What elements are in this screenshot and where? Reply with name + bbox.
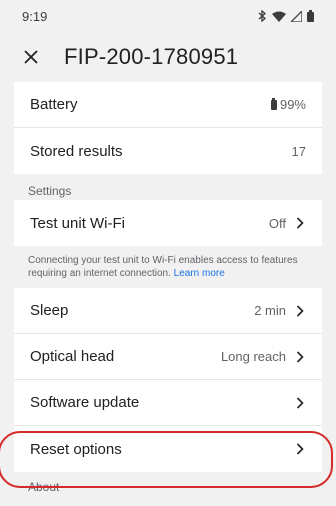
sleep-row[interactable]: Sleep 2 min	[14, 288, 322, 334]
chevron-right-icon	[294, 217, 306, 229]
sleep-value-group: 2 min	[254, 303, 306, 318]
optical-head-value: Long reach	[220, 349, 286, 364]
bluetooth-icon	[257, 10, 267, 22]
chevron-right-icon	[294, 350, 306, 363]
chevron-right-icon	[294, 304, 306, 317]
software-update-row[interactable]: Software update	[14, 380, 322, 426]
settings-card: Sleep 2 min Optical head Long reach Soft…	[14, 288, 322, 472]
learn-more-link[interactable]: Learn more	[174, 268, 225, 279]
chevron-right-icon	[294, 396, 306, 409]
reset-options-row[interactable]: Reset options	[14, 426, 322, 472]
software-update-value-group	[294, 396, 306, 409]
status-time: 9:19	[22, 8, 48, 24]
wifi-card: Test unit Wi-Fi Off	[14, 200, 322, 246]
sleep-value: 2 min	[254, 303, 286, 318]
reset-options-label: Reset options	[30, 440, 122, 458]
title-bar: FIP-200-1780951	[0, 32, 336, 82]
optical-head-row[interactable]: Optical head Long reach	[14, 334, 322, 380]
about-header: About	[28, 480, 60, 494]
settings-header: Settings	[28, 184, 72, 198]
chevron-right-icon	[294, 443, 306, 455]
battery-value: 99%	[279, 97, 306, 112]
test-unit-wifi-row[interactable]: Test unit Wi-Fi Off	[14, 200, 322, 246]
stored-results-label: Stored results	[30, 142, 123, 160]
sleep-label: Sleep	[30, 302, 69, 319]
wifi-icon	[272, 11, 286, 22]
wifi-label: Test unit Wi-Fi	[30, 214, 126, 232]
device-info-card: Battery 99% Stored results 17	[14, 82, 322, 174]
wifi-value-group: Off	[269, 216, 306, 231]
stored-results-row: Stored results 17	[14, 128, 322, 174]
close-icon[interactable]	[22, 48, 40, 66]
battery-value-group: 99%	[270, 97, 306, 112]
wifi-value: Off	[268, 215, 286, 231]
stored-results-value: 17	[291, 143, 306, 159]
optical-head-label: Optical head	[30, 348, 115, 365]
status-icons	[257, 10, 314, 22]
signal-icon	[291, 10, 302, 22]
battery-icon	[307, 10, 314, 22]
optical-head-value-group: Long reach	[221, 349, 306, 364]
wifi-info-text: Connecting your test unit to Wi-Fi enabl…	[0, 246, 336, 288]
reset-options-value-group	[294, 443, 306, 455]
wifi-info-body: Connecting your test unit to Wi-Fi enabl…	[28, 255, 298, 279]
battery-label: Battery	[30, 96, 78, 113]
battery-row: Battery 99%	[14, 82, 322, 128]
status-bar: 9:19	[0, 0, 336, 32]
battery-level-icon	[270, 97, 277, 110]
software-update-label: Software update	[30, 394, 140, 411]
page-title: FIP-200-1780951	[64, 44, 239, 69]
